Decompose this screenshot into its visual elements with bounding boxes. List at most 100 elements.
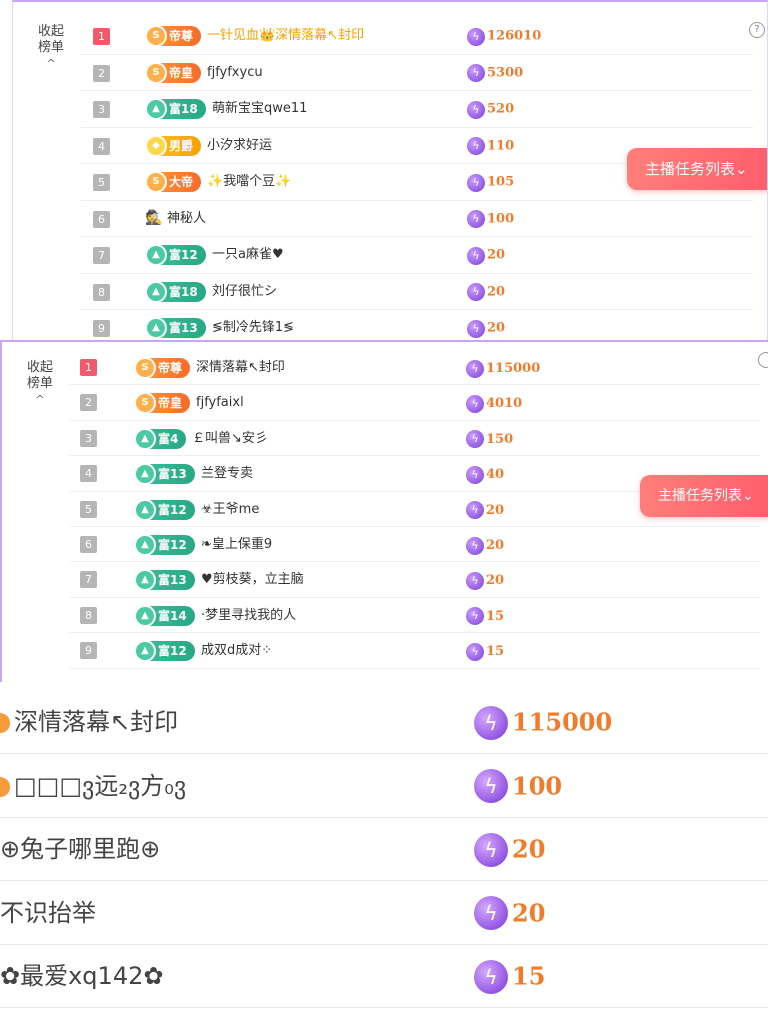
level-badge: ◆ 男爵: [145, 134, 202, 157]
level-badge: ▲ 富13: [145, 317, 206, 339]
rank-row[interactable]: 8 ▲ 富14 ·梦里寻找我的人 ϟ 15: [70, 598, 760, 634]
badge-label: 男爵: [169, 138, 194, 153]
user-name[interactable]: ≶制冷先锋1≶: [212, 310, 294, 340]
user-name[interactable]: 刘仔很忙シ: [212, 274, 277, 311]
score-value: 20: [487, 283, 506, 299]
rank-number: 7: [93, 247, 110, 264]
rank-row[interactable]: 6 ▲ 富12 ❧皇上保重9 ϟ 20: [70, 527, 760, 563]
user-name[interactable]: 深情落幕↖封印: [0, 690, 178, 754]
user-name-text: 不识抬举: [0, 898, 96, 927]
lightning-bolt-icon: ϟ: [467, 137, 485, 155]
user-name[interactable]: ♥剪枝葵，立主脑: [201, 562, 304, 597]
contribution-score: ϟ 100: [474, 754, 562, 819]
badge-label: 富18: [169, 102, 198, 116]
badge-fragment-icon: [0, 713, 10, 733]
lightning-bolt-icon: ϟ: [467, 64, 485, 82]
collapse-list-button[interactable]: 收起榜单 ^: [24, 360, 56, 408]
rank-row[interactable]: 3 ▲ 富4 ￡叫兽↘安彡 ϟ 150: [70, 421, 760, 457]
lightning-bolt-icon: ϟ: [467, 173, 485, 192]
level-badge: ▲ 富13: [134, 463, 195, 486]
rank-row[interactable]: 1 S 帝尊 深情落幕↖封印 ϟ 115000: [70, 350, 760, 386]
score-value: 150: [486, 431, 514, 447]
user-name[interactable]: 兰登专卖: [201, 456, 253, 491]
lightning-bolt-icon: ϟ: [466, 430, 484, 449]
score-value: 4010: [486, 396, 523, 412]
badge-label: 帝尊: [158, 361, 183, 375]
level-badge: ▲ 富18: [145, 98, 206, 120]
user-name[interactable]: □□□ვ远₂ვ方₀ვ: [0, 754, 186, 818]
rank-number: 1: [93, 28, 110, 45]
contribution-score: ϟ 40: [466, 456, 504, 492]
user-name[interactable]: 萌新宝宝qwe11: [212, 91, 307, 128]
streamer-task-list-button[interactable]: 主播任务列表⌄: [640, 475, 768, 517]
score-value: 115000: [512, 707, 613, 737]
zoomed-rank-row[interactable]: ✿最爱xq142✿ ϟ 15: [0, 944, 768, 1008]
user-name[interactable]: 深情落幕↖封印: [196, 350, 285, 385]
score-value: 110: [487, 137, 515, 153]
zoomed-rank-row[interactable]: 深情落幕↖封印 ϟ 115000: [0, 690, 768, 754]
score-value: 520: [487, 101, 515, 117]
rank-row[interactable]: 2 S 帝皇 fjfyfaixl ϟ 4010: [70, 385, 760, 421]
badge-emblem-icon: S: [134, 392, 156, 415]
streamer-task-list-button[interactable]: 主播任务列表⌄: [627, 148, 767, 190]
rank-row[interactable]: 9 ▲ 富12 成双d成对⁘ ϟ 15: [70, 633, 760, 669]
chevron-up-icon: ^: [46, 57, 56, 70]
rank-row[interactable]: 3 ▲ 富18 萌新宝宝qwe11 ϟ 520: [81, 91, 753, 128]
zoomed-rank-row[interactable]: ⊕兔子哪里跑⊕ ϟ 20: [0, 817, 768, 881]
badge-label: 帝皇: [158, 396, 183, 411]
lightning-bolt-icon: ϟ: [466, 571, 484, 590]
contribution-score: ϟ 15: [466, 633, 504, 669]
badge-emblem-icon: ▲: [134, 498, 156, 521]
contribution-score: ϟ 20: [474, 881, 545, 946]
user-name[interactable]: 成双d成对⁘: [201, 633, 272, 668]
rank-row[interactable]: 2 S 帝皇 fjfyfxycu ϟ 5300: [81, 55, 753, 92]
badge-emblem-icon: S: [134, 357, 156, 379]
user-name[interactable]: ⊕兔子哪里跑⊕: [0, 817, 160, 881]
level-badge: ▲ 富18: [145, 280, 206, 303]
user-name[interactable]: 不识抬举: [0, 881, 96, 945]
level-badge: ▲ 富14: [134, 604, 195, 627]
score-value: 115000: [486, 360, 541, 376]
rank-number: 1: [80, 359, 97, 376]
zoomed-rank-row[interactable]: 不识抬举 ϟ 20: [0, 881, 768, 945]
rank-row[interactable]: 1 S 帝尊 一针见血👑深情落幕↖封印 ϟ 126010: [81, 18, 753, 55]
zoomed-rank-row[interactable]: □□□ვ远₂ვ方₀ვ ϟ 100: [0, 754, 768, 818]
rank-number: 8: [80, 606, 97, 624]
lightning-bolt-icon: ϟ: [466, 359, 484, 378]
score-value: 15: [512, 961, 546, 991]
user-name[interactable]: ✨我噹个豆✨: [207, 164, 291, 201]
badge-emblem-icon: S: [145, 61, 167, 84]
lightning-bolt-icon: ϟ: [467, 246, 485, 265]
rank-row[interactable]: 7 ▲ 富13 ♥剪枝葵，立主脑 ϟ 20: [70, 562, 760, 598]
user-name[interactable]: ✿最爱xq142✿: [0, 944, 163, 1008]
level-badge: ▲ 富4: [134, 427, 187, 450]
rank-number: 2: [80, 394, 97, 412]
rank-number: 6: [80, 536, 97, 553]
collapse-list-button[interactable]: 收起榜单 ^: [35, 24, 67, 72]
user-name[interactable]: 神秘人: [167, 201, 206, 238]
rank-row[interactable]: 7 ▲ 富12 一只a麻雀♥ ϟ 20: [81, 237, 753, 274]
badge-emblem-icon: S: [145, 171, 167, 193]
score-value: 20: [487, 247, 506, 263]
chevron-up-icon: ^: [35, 393, 45, 406]
zoomed-rank-list: 深情落幕↖封印 ϟ 115000 □□□ვ远₂ვ方₀ვ ϟ 100 ⊕兔子哪里跑⊕ ϟ 20 不识…: [0, 690, 768, 1024]
rank-row[interactable]: 9 ▲ 富13 ≶制冷先锋1≶ ϟ 20: [81, 310, 753, 340]
user-name[interactable]: 小汐求好运: [207, 128, 272, 165]
user-name[interactable]: 一针见血👑深情落幕↖封印: [207, 18, 364, 55]
badge-emblem-icon: S: [145, 25, 167, 47]
level-badge: S 帝尊: [134, 357, 191, 379]
user-name[interactable]: fjfyfaixl: [196, 385, 244, 420]
rank-row[interactable]: 8 ▲ 富18 刘仔很忙シ ϟ 20: [81, 274, 753, 311]
contribution-score: ϟ 520: [467, 91, 514, 128]
user-name[interactable]: 一只a麻雀♥: [212, 237, 284, 274]
user-name[interactable]: fjfyfxycu: [207, 55, 263, 92]
rank-row[interactable]: 6 🕵 神秘人 ϟ 100: [81, 201, 753, 238]
user-name[interactable]: ☣王爷me: [201, 492, 259, 527]
user-name[interactable]: ·梦里寻找我的人: [201, 598, 296, 633]
contribution-score: ϟ 20: [466, 492, 504, 528]
user-name[interactable]: ￡叫兽↘安彡: [192, 421, 268, 456]
badge-label: 富4: [158, 431, 179, 446]
badge-emblem-icon: ▲: [134, 604, 156, 627]
user-name[interactable]: ❧皇上保重9: [201, 527, 272, 562]
score-value: 15: [486, 608, 505, 624]
